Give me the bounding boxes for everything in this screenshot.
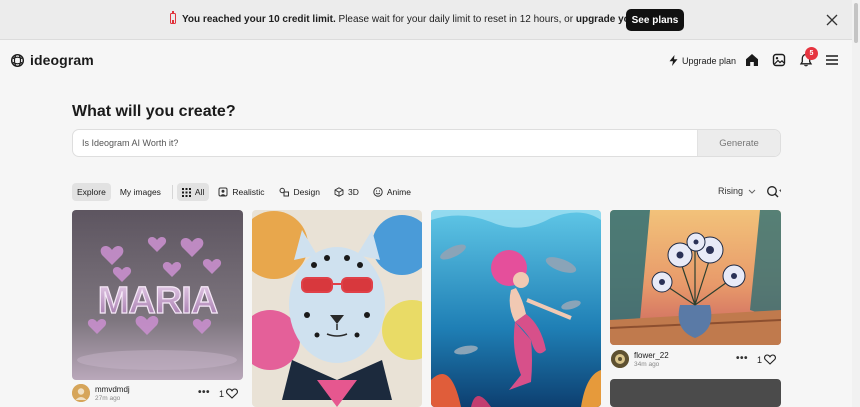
feed-card-image[interactable]: MARIA	[72, 210, 243, 380]
filter-3d[interactable]: 3D	[329, 183, 364, 201]
maria-text: MARIA	[98, 280, 218, 322]
filter-design-label: Design	[293, 187, 320, 197]
filter-3d-label: 3D	[347, 187, 359, 197]
card-username[interactable]: flower_22	[634, 351, 669, 360]
tab-explore[interactable]: Explore	[72, 183, 111, 201]
user-avatar-icon	[611, 350, 629, 368]
card-timestamp: 27m ago	[95, 394, 121, 402]
like-button[interactable]: 1	[757, 354, 776, 365]
card-timestamp: 34m ago	[634, 360, 660, 368]
filter-realistic-label: Realistic	[232, 187, 265, 197]
home-icon[interactable]	[745, 53, 759, 67]
card-meta: mmvdmdj 27m ago	[72, 384, 130, 402]
smiley-icon	[373, 187, 383, 197]
prompt-box: Generate	[72, 129, 781, 157]
like-count: 1	[757, 354, 763, 365]
banner-message: You reached your 10 credit limit. Please…	[170, 11, 666, 25]
user-avatar-icon	[72, 384, 90, 402]
feed-card-image[interactable]	[252, 210, 422, 407]
see-plans-button[interactable]: See plans	[626, 9, 684, 31]
sort-dropdown[interactable]: Rising	[718, 186, 756, 196]
feed-card-image[interactable]	[431, 210, 601, 407]
filter-all[interactable]: All	[176, 183, 210, 201]
maria-balloon-image: MARIA	[72, 210, 243, 380]
banner-msg-middle: Please wait for your daily limit to rese…	[335, 14, 576, 25]
ideogram-logo-icon	[10, 53, 25, 67]
scrollbar-track[interactable]	[852, 0, 860, 407]
close-icon[interactable]	[826, 14, 838, 26]
avatar[interactable]	[611, 350, 629, 368]
credit-limit-banner: You reached your 10 credit limit. Please…	[0, 0, 860, 40]
tab-explore-label: Explore	[77, 187, 106, 197]
tab-my-images[interactable]: My images	[115, 183, 166, 201]
design-shapes-icon	[279, 187, 289, 197]
feed-card-image[interactable]	[610, 379, 781, 407]
sort-label: Rising	[718, 186, 744, 196]
generate-button[interactable]: Generate	[697, 130, 780, 156]
chevron-down-icon	[748, 189, 756, 194]
heart-icon	[226, 388, 238, 399]
grid-icon	[181, 187, 191, 197]
filter-all-label: All	[194, 187, 205, 197]
heart-icon	[764, 354, 776, 365]
filter-design[interactable]: Design	[274, 183, 325, 201]
cube-icon	[334, 187, 344, 197]
flower-vase-image	[610, 210, 781, 345]
page-title: What will you create?	[72, 103, 236, 120]
logo-text: ideogram	[30, 52, 94, 68]
mermaid-underwater-image	[431, 210, 601, 407]
banner-msg-bold: You reached your 10 credit limit.	[182, 14, 336, 25]
tab-my-images-label: My images	[119, 187, 161, 197]
avatar[interactable]	[72, 384, 90, 402]
filter-divider	[171, 185, 173, 199]
more-options-icon[interactable]: •••	[736, 353, 748, 364]
filter-bar: Explore My images All Realistic Design 3…	[72, 183, 420, 201]
battery-low-icon	[170, 11, 176, 24]
card-meta: flower_22 34m ago	[611, 350, 669, 368]
leopard-sunglasses-image	[252, 210, 422, 407]
portrait-icon	[218, 187, 228, 197]
scrollbar-thumb[interactable]	[854, 3, 858, 43]
prompt-input[interactable]	[82, 138, 682, 148]
upgrade-plan-button[interactable]: Upgrade plan	[669, 55, 736, 66]
feed-card-image[interactable]	[610, 210, 781, 345]
lightning-icon	[669, 55, 678, 66]
search-icon[interactable]	[766, 185, 782, 199]
card-username[interactable]: mmvdmdj	[95, 385, 130, 394]
filter-realistic[interactable]: Realistic	[213, 183, 269, 201]
gallery-icon[interactable]	[772, 53, 786, 67]
logo[interactable]: ideogram	[10, 52, 94, 68]
like-count: 1	[219, 388, 225, 399]
like-button[interactable]: 1	[219, 388, 238, 399]
menu-icon[interactable]	[825, 53, 839, 67]
filter-anime-label: Anime	[386, 187, 411, 197]
filter-anime[interactable]: Anime	[368, 183, 416, 201]
more-options-icon[interactable]: •••	[198, 387, 210, 398]
notification-badge: 5	[805, 47, 818, 60]
upgrade-plan-label: Upgrade plan	[682, 55, 737, 66]
